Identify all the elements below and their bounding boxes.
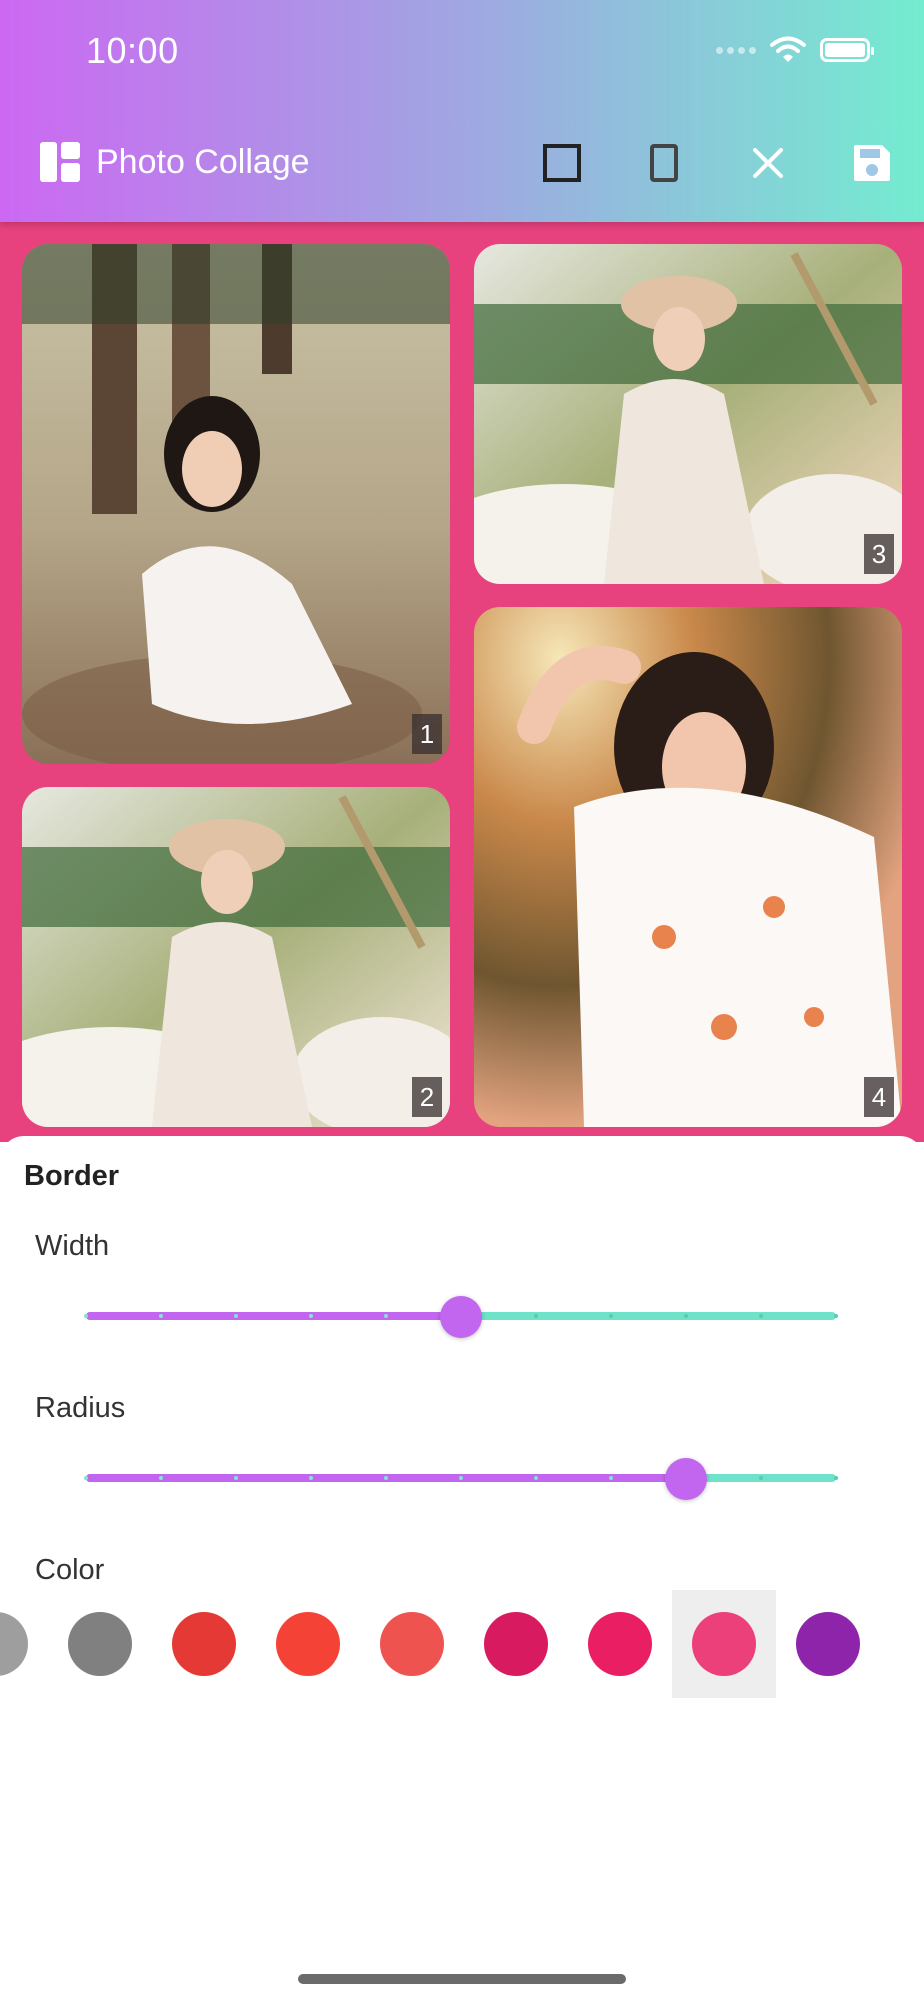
- width-slider[interactable]: [84, 1296, 838, 1338]
- slider-tick: [384, 1476, 388, 1480]
- slider-tick: [234, 1476, 238, 1480]
- slider-tick: [609, 1476, 613, 1480]
- color-swatch-0[interactable]: [0, 1590, 48, 1698]
- photo-image: [22, 787, 450, 1127]
- slider-tick: [534, 1314, 538, 1318]
- color-dot: [0, 1612, 28, 1676]
- slider-tick: [159, 1476, 163, 1480]
- save-icon: [854, 145, 890, 181]
- color-swatch-row[interactable]: [0, 1590, 924, 1700]
- color-swatch-5[interactable]: [464, 1590, 568, 1698]
- slider-tick: [759, 1314, 763, 1318]
- color-dot: [484, 1612, 548, 1676]
- slider-tick: [234, 1314, 238, 1318]
- slider-tick: [84, 1314, 88, 1318]
- radius-slider[interactable]: [84, 1458, 838, 1500]
- status-time: 10:00: [86, 30, 179, 71]
- color-dot: [172, 1612, 236, 1676]
- color-swatch-4[interactable]: [360, 1590, 464, 1698]
- slider-tick: [459, 1476, 463, 1480]
- home-indicator: [298, 1974, 626, 1984]
- color-dot: [380, 1612, 444, 1676]
- slider-tick: [309, 1476, 313, 1480]
- portrait-frame-button[interactable]: [637, 136, 691, 190]
- color-dot: [276, 1612, 340, 1676]
- color-swatch-2[interactable]: [152, 1590, 256, 1698]
- color-dot: [796, 1612, 860, 1676]
- app-title: Photo Collage: [96, 143, 310, 181]
- photo-image: [474, 607, 902, 1127]
- photo-number-badge: 3: [864, 534, 894, 574]
- square-frame-button[interactable]: [535, 136, 589, 190]
- slider-track-fill: [86, 1312, 461, 1320]
- close-button[interactable]: [741, 136, 795, 190]
- photo-number-badge: 4: [864, 1077, 894, 1117]
- color-swatch-6[interactable]: [568, 1590, 672, 1698]
- portrait-frame-icon: [650, 144, 678, 182]
- radius-label: Radius: [35, 1392, 126, 1424]
- slider-tick: [834, 1476, 838, 1480]
- width-label: Width: [35, 1230, 110, 1262]
- collage-photo-1[interactable]: 1: [22, 244, 450, 764]
- slider-thumb[interactable]: [440, 1296, 482, 1338]
- color-swatch-8[interactable]: [776, 1590, 880, 1698]
- color-label: Color: [35, 1554, 105, 1586]
- color-dot: [588, 1612, 652, 1676]
- color-swatch-3[interactable]: [256, 1590, 360, 1698]
- slider-tick: [534, 1476, 538, 1480]
- collage-canvas: 1 2 3 4: [0, 222, 924, 1142]
- square-frame-icon: [543, 144, 581, 182]
- slider-tick: [834, 1314, 838, 1318]
- status-icons: [716, 36, 874, 64]
- save-button[interactable]: [845, 136, 899, 190]
- color-dot: [68, 1612, 132, 1676]
- color-dot: [692, 1612, 756, 1676]
- slider-tick: [759, 1476, 763, 1480]
- battery-icon: [820, 38, 874, 62]
- slider-tick: [159, 1314, 163, 1318]
- color-swatch-1[interactable]: [48, 1590, 152, 1698]
- border-settings-sheet: Border Width Radius Color: [0, 1136, 924, 2000]
- slider-thumb[interactable]: [665, 1458, 707, 1500]
- section-title-border: Border: [24, 1160, 120, 1192]
- photo-image: [474, 244, 902, 584]
- slider-tick: [384, 1314, 388, 1318]
- collage-photo-3[interactable]: 3: [474, 244, 902, 584]
- photo-number-badge: 1: [412, 714, 442, 754]
- slider-tick: [609, 1314, 613, 1318]
- wifi-icon: [770, 36, 806, 62]
- slider-tick: [84, 1476, 88, 1480]
- slider-tick: [684, 1314, 688, 1318]
- collage-photo-2[interactable]: 2: [22, 787, 450, 1127]
- signal-icon: [716, 46, 756, 54]
- color-swatch-7[interactable]: [672, 1590, 776, 1698]
- close-icon: [753, 148, 783, 178]
- photo-number-badge: 2: [412, 1077, 442, 1117]
- slider-tick: [309, 1314, 313, 1318]
- collage-logo-icon: [40, 142, 80, 182]
- collage-photo-4[interactable]: 4: [474, 607, 902, 1127]
- photo-image: [22, 244, 450, 764]
- app-header: 10:00 Photo Collage: [0, 0, 924, 222]
